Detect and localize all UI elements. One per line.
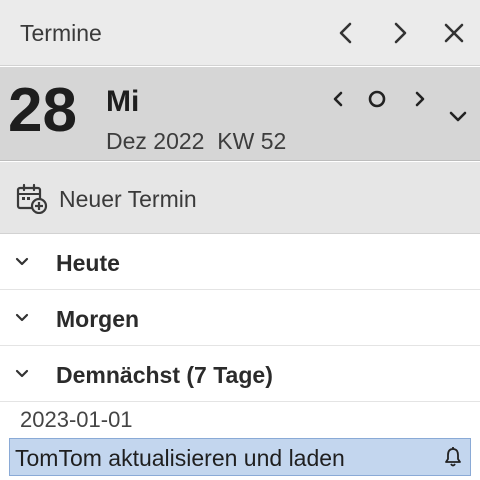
panel-titlebar: Termine <box>0 0 480 66</box>
today-button[interactable] <box>362 84 392 114</box>
close-button[interactable] <box>438 17 470 49</box>
chevron-down-icon <box>15 313 29 322</box>
chevron-left-icon <box>339 22 352 44</box>
chevron-right-icon <box>415 91 425 107</box>
event-title: TomTom aktualisieren und laden <box>15 445 345 471</box>
section-today-label: Heute <box>56 250 120 276</box>
chevron-down-icon <box>15 369 29 378</box>
prev-day-button[interactable] <box>330 17 362 49</box>
mini-next-button[interactable] <box>405 84 435 114</box>
agenda-date-label: 2023-01-01 <box>20 407 133 432</box>
section-upcoming[interactable]: Demnächst (7 Tage) <box>0 346 480 402</box>
day-number: 28 <box>8 76 77 145</box>
circle-icon <box>368 90 386 108</box>
panel-title: Termine <box>20 20 102 46</box>
next-day-button[interactable] <box>384 17 416 49</box>
calendar-add-icon <box>16 183 48 214</box>
chevron-down-icon <box>449 111 467 122</box>
week-label: KW 52 <box>217 128 287 154</box>
month-year-week: Dez 2022 KW 52 <box>106 128 286 155</box>
new-event-button[interactable]: Neuer Termin <box>0 162 480 234</box>
close-icon <box>444 23 464 43</box>
chevron-down-icon <box>15 257 29 266</box>
weekday-label: Mi <box>106 85 140 118</box>
section-upcoming-label: Demnächst (7 Tage) <box>56 362 273 388</box>
event-item[interactable]: TomTom aktualisieren und laden <box>9 438 471 476</box>
expand-calendar-button[interactable] <box>443 101 473 131</box>
section-today[interactable]: Heute <box>0 234 480 290</box>
bell-icon <box>445 447 461 467</box>
month-year-label: Dez 2022 <box>106 128 205 154</box>
section-tomorrow[interactable]: Morgen <box>0 290 480 346</box>
new-event-label: Neuer Termin <box>59 186 197 212</box>
chevron-left-icon <box>333 91 343 107</box>
mini-prev-button[interactable] <box>323 84 353 114</box>
section-tomorrow-label: Morgen <box>56 306 140 332</box>
chevron-right-icon <box>394 22 407 44</box>
